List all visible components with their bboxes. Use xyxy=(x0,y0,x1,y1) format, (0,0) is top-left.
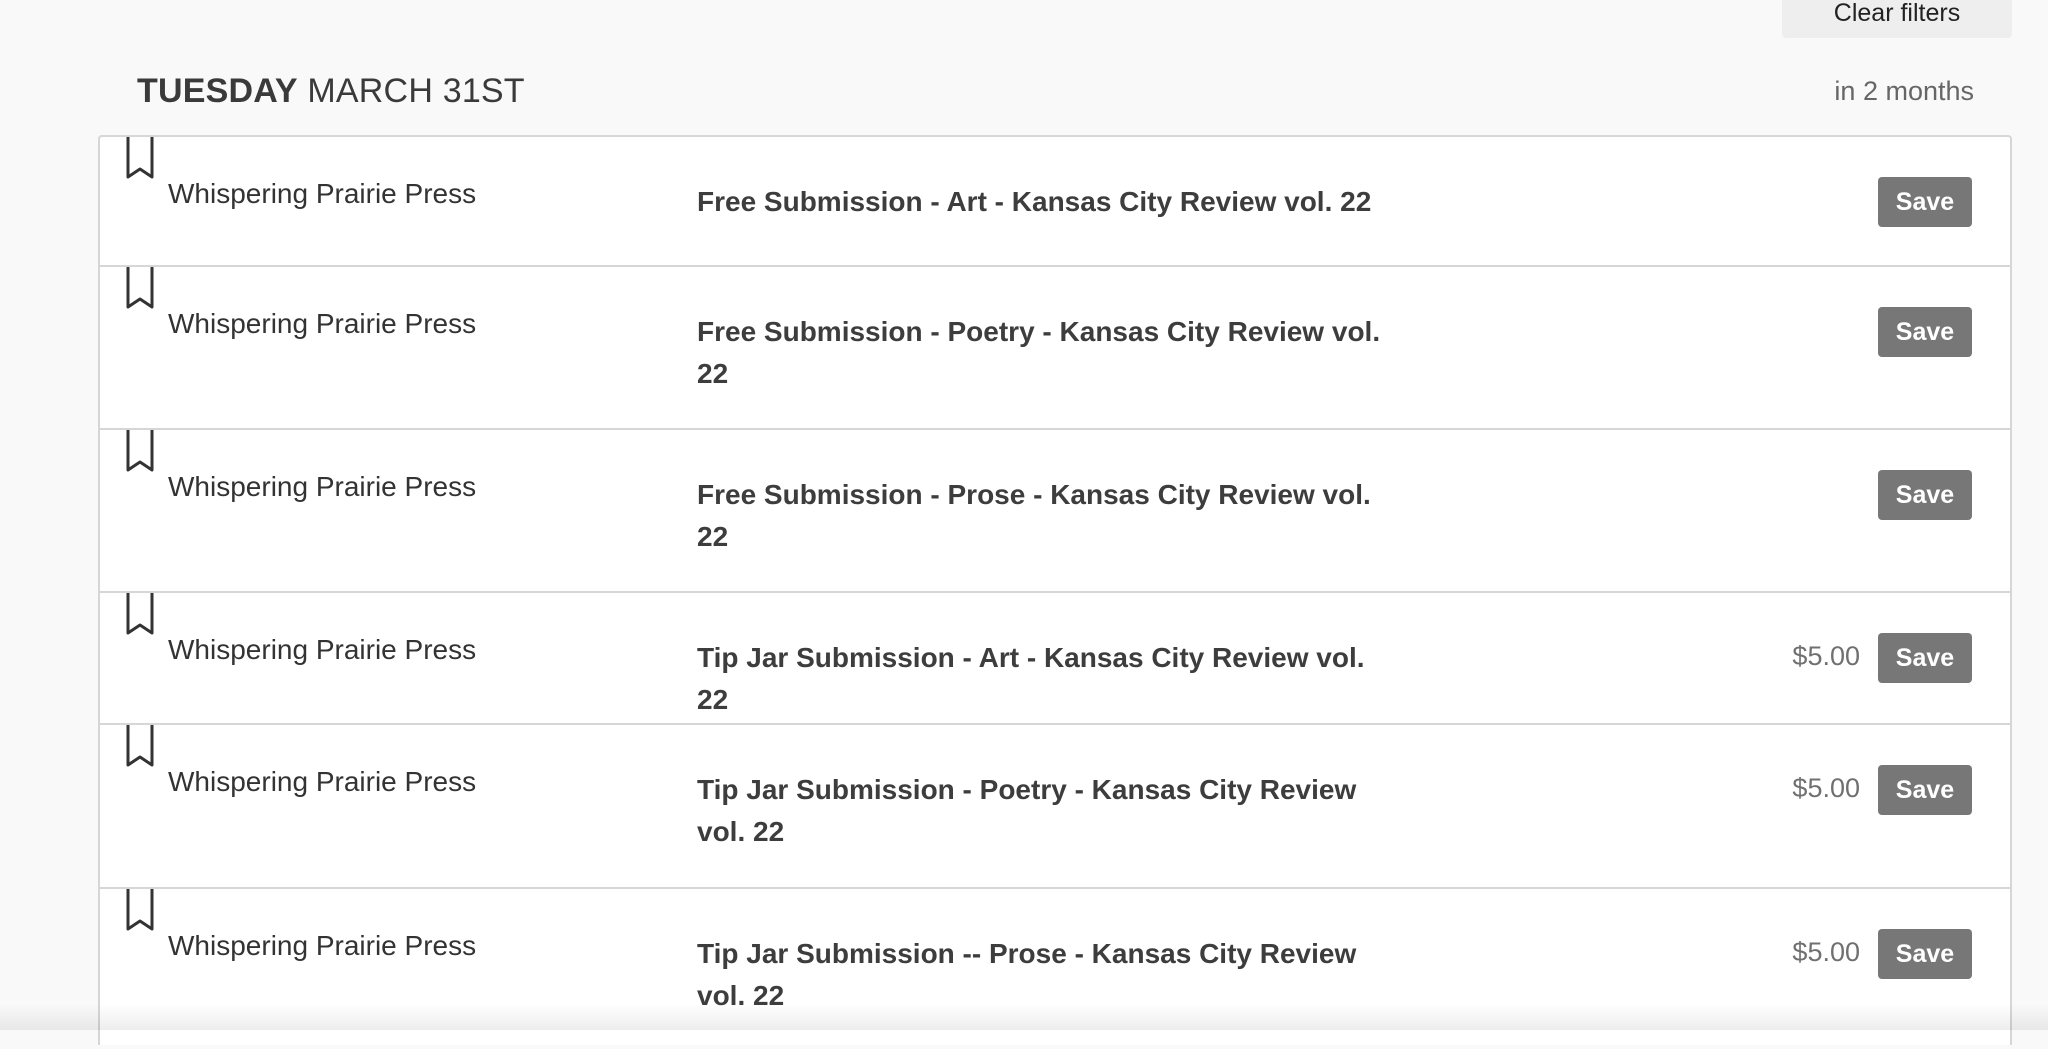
submission-title[interactable]: Tip Jar Submission - Poetry - Kansas Cit… xyxy=(697,769,1387,853)
list-item: Whispering Prairie Press Free Submission… xyxy=(100,430,2010,593)
publisher-name: Whispering Prairie Press xyxy=(168,930,477,961)
publisher-name: Whispering Prairie Press xyxy=(168,634,477,665)
list-item: Whispering Prairie Press Tip Jar Submiss… xyxy=(100,593,2010,725)
day-header-weekday: TUESDAY xyxy=(137,72,298,110)
save-button[interactable]: Save xyxy=(1878,307,1972,357)
save-button[interactable]: Save xyxy=(1878,929,1972,979)
list-item: Whispering Prairie Press Tip Jar Submiss… xyxy=(100,889,2010,1049)
save-button[interactable]: Save xyxy=(1878,765,1972,815)
bookmark-icon[interactable] xyxy=(125,267,155,311)
bookmark-icon[interactable] xyxy=(125,889,155,933)
publisher-name: Whispering Prairie Press xyxy=(168,178,477,209)
bookmark-icon[interactable] xyxy=(125,593,155,637)
bookmark-icon[interactable] xyxy=(125,430,155,474)
day-header-date: MARCH 31ST xyxy=(307,72,525,110)
list-item: Whispering Prairie Press Free Submission… xyxy=(100,267,2010,430)
publisher-name: Whispering Prairie Press xyxy=(168,308,477,339)
relative-time: in 2 months xyxy=(1834,76,1974,106)
submission-title[interactable]: Free Submission - Prose - Kansas City Re… xyxy=(697,474,1387,558)
day-header: TUESDAY MARCH 31ST xyxy=(137,72,525,111)
list-item: Whispering Prairie Press Tip Jar Submiss… xyxy=(100,725,2010,889)
bookmark-icon[interactable] xyxy=(125,137,155,181)
price: $5.00 xyxy=(1792,773,1860,803)
save-button[interactable]: Save xyxy=(1878,633,1972,683)
publisher-name: Whispering Prairie Press xyxy=(168,766,477,797)
list-item: Whispering Prairie Press Free Submission… xyxy=(100,137,2010,267)
submission-title[interactable]: Free Submission - Art - Kansas City Revi… xyxy=(697,181,1387,223)
publisher-name: Whispering Prairie Press xyxy=(168,471,477,502)
submission-list: Whispering Prairie Press Free Submission… xyxy=(98,135,2012,1045)
submission-title[interactable]: Tip Jar Submission -- Prose - Kansas Cit… xyxy=(697,933,1387,1017)
save-button[interactable]: Save xyxy=(1878,177,1972,227)
price: $5.00 xyxy=(1792,937,1860,967)
submission-title[interactable]: Free Submission - Poetry - Kansas City R… xyxy=(697,311,1387,395)
price: $5.00 xyxy=(1792,641,1860,671)
clear-filters-button[interactable]: Clear filters xyxy=(1782,0,2012,38)
save-button[interactable]: Save xyxy=(1878,470,1972,520)
bookmark-icon[interactable] xyxy=(125,725,155,769)
submission-title[interactable]: Tip Jar Submission - Art - Kansas City R… xyxy=(697,637,1387,721)
